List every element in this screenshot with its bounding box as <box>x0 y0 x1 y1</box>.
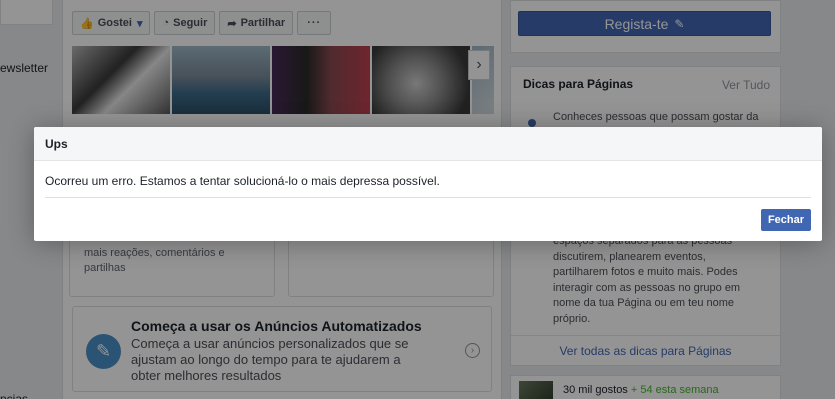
close-button[interactable]: Fechar <box>761 209 811 231</box>
dialog-title: Ups <box>34 127 822 161</box>
error-dialog: Ups Ocorreu um erro. Estamos a tentar so… <box>34 127 822 241</box>
dialog-divider <box>45 197 811 198</box>
dialog-message: Ocorreu um erro. Estamos a tentar soluci… <box>45 174 440 188</box>
